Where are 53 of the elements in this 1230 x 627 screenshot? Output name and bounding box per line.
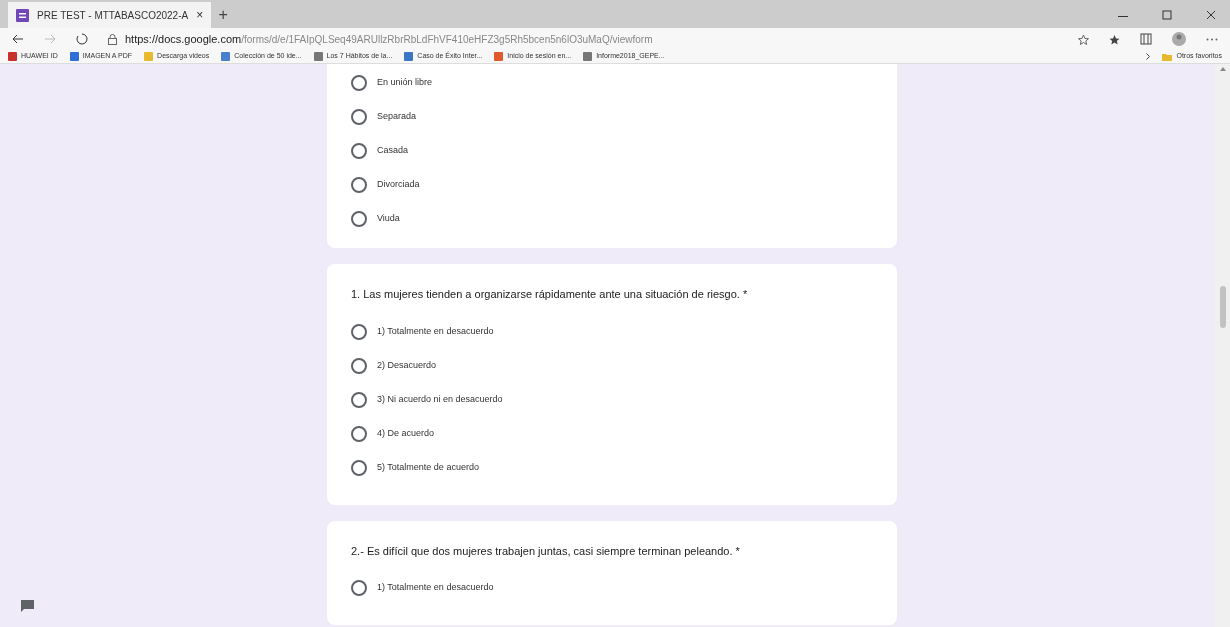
bookmark-favicon-icon [313, 52, 323, 61]
bookmark-favicon-icon [583, 52, 593, 61]
bookmark-favicon-icon [8, 52, 17, 61]
radio-button[interactable] [351, 109, 367, 125]
option-label: 2) Desacuerdo [377, 358, 437, 372]
back-icon[interactable] [12, 34, 24, 44]
new-tab-button[interactable]: + [211, 2, 236, 28]
radio-button[interactable] [351, 391, 367, 408]
radio-button[interactable] [351, 323, 367, 340]
star-icon[interactable] [1078, 33, 1089, 45]
question-title: 1. Las mujeres tienden a organizarse rápidamente ante una situación de riesgo. * [351, 287, 749, 302]
restore-icon[interactable] [1162, 10, 1172, 20]
more-icon[interactable] [1206, 37, 1218, 41]
option-label: En unión libre [377, 76, 433, 90]
profile-avatar-icon[interactable] [1172, 32, 1186, 46]
option-label: Viuda [377, 212, 400, 226]
bookmark-favicon-icon [494, 52, 504, 61]
option-label: 1) Totalmente en desacuerdo [377, 581, 494, 595]
option-label: Divorciada [377, 178, 420, 192]
tab-title: PRE TEST - MTTABASCO2022-A [37, 8, 189, 23]
option-label: 5) Totalmente de acuerdo [377, 460, 479, 474]
feedback-icon[interactable] [21, 600, 34, 612]
option-label: 4) De acuerdo [377, 426, 435, 440]
close-tab-button[interactable]: × [196, 6, 204, 24]
browser-tab[interactable]: PRE TEST - MTTABASCO2022-A × [8, 2, 212, 28]
radio-button[interactable] [351, 75, 367, 91]
radio-button[interactable] [351, 357, 367, 374]
option-label: 1) Totalmente en desacuerdo [377, 324, 494, 338]
radio-button[interactable] [351, 459, 367, 476]
question-title: 2.- Es difícil que dos mujeres trabajen juntas, casi siempre terminan peleando. * [351, 543, 741, 559]
favorites-icon[interactable] [1109, 33, 1120, 45]
radio-button[interactable] [351, 211, 367, 227]
scrollbar-thumb[interactable] [1219, 286, 1226, 328]
radio-button[interactable] [351, 425, 367, 442]
collections-icon[interactable] [1140, 33, 1152, 45]
option-label: 3) Ni acuerdo ni en desacuerdo [377, 392, 503, 406]
chevron-icon[interactable] [1146, 53, 1151, 60]
refresh-icon[interactable] [76, 33, 88, 45]
forms-icon [16, 8, 29, 22]
close-icon[interactable] [1206, 10, 1216, 20]
bookmark-favicon-icon [221, 52, 231, 61]
option-label: Separada [377, 110, 417, 124]
option-label: Casada [377, 144, 409, 158]
radio-button[interactable] [351, 580, 367, 596]
folder-icon [1162, 52, 1173, 61]
scroll-up-icon[interactable] [1219, 67, 1226, 71]
minimize-icon[interactable] [1118, 16, 1128, 18]
bookmark-favicon-icon [144, 52, 154, 61]
bookmark-favicon-icon [69, 52, 79, 61]
lock-icon [108, 33, 117, 45]
bookmark-favicon-icon [404, 52, 414, 61]
radio-button[interactable] [351, 143, 367, 159]
radio-button[interactable] [351, 177, 367, 193]
